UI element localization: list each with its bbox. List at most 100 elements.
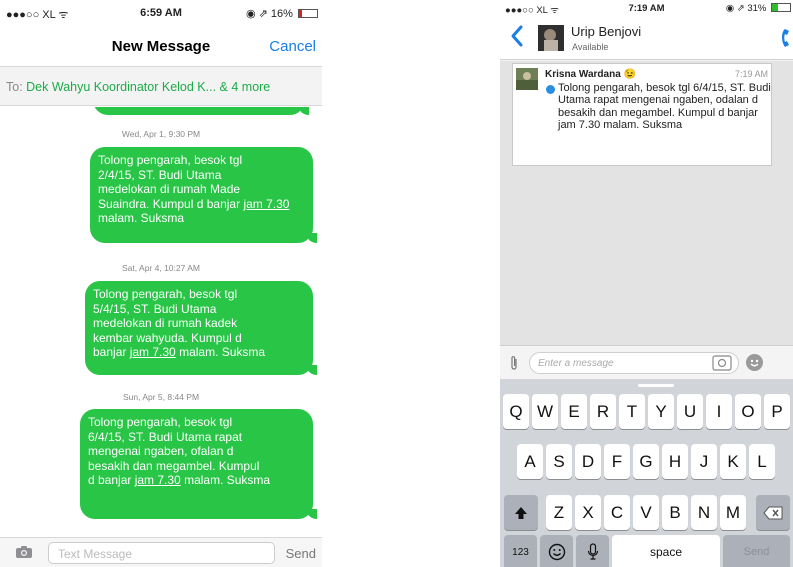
to-field[interactable]: To: Dek Wahyu Koordinator Kelod K... & 4…: [0, 66, 322, 106]
backspace-icon: [763, 506, 783, 520]
key-v[interactable]: V: [633, 495, 659, 530]
contact-status: Available: [572, 42, 609, 52]
battery-status: ◉ ⇗ 31%: [726, 3, 791, 14]
key-w[interactable]: W: [532, 394, 558, 429]
key-g[interactable]: G: [633, 444, 659, 479]
key-y[interactable]: Y: [648, 394, 674, 429]
battery-icon: [771, 3, 791, 12]
numbers-key[interactable]: 123: [504, 535, 537, 567]
key-j[interactable]: J: [691, 444, 717, 479]
key-m[interactable]: M: [720, 495, 746, 530]
key-p[interactable]: P: [764, 394, 790, 429]
send-key[interactable]: Send: [723, 535, 790, 567]
message-bubble[interactable]: Tolong pengarah, besok tgl 5/4/15, ST. B…: [85, 281, 317, 375]
camera-icon[interactable]: [16, 546, 32, 558]
key-e[interactable]: E: [561, 394, 587, 429]
message-text: malam. Suksma: [180, 473, 271, 488]
smiley-face: [750, 359, 759, 367]
message-time: 7:19 AM: [734, 69, 768, 79]
message-bubble[interactable]: Tolong pengarah, besok tgl 6/4/15, ST. B…: [80, 409, 317, 519]
key-k[interactable]: K: [720, 444, 746, 479]
key-s[interactable]: S: [546, 444, 572, 479]
status-bar: ●●●○○ XL ᯤ 6:59 AM ◉ ⇗ 16%: [0, 0, 322, 26]
avatar-image: [538, 25, 564, 51]
key-b[interactable]: B: [662, 495, 688, 530]
microphone-icon: [587, 543, 598, 560]
key-u[interactable]: U: [677, 394, 703, 429]
text-message-input[interactable]: Text Message: [48, 542, 275, 564]
key-q[interactable]: Q: [503, 394, 529, 429]
chat-header: Urip Benjovi Available: [500, 16, 793, 60]
message-line: 2/4/15, ST. Budi Utama: [98, 167, 222, 182]
chevron-left-icon[interactable]: [510, 24, 524, 48]
space-key[interactable]: space: [612, 535, 720, 567]
message-line: Suaindra. Kumpul d banjar jam 7.30 malam…: [98, 197, 305, 226]
key-n[interactable]: N: [691, 495, 717, 530]
key-a[interactable]: A: [517, 444, 543, 479]
keyboard: 123 space Send QWERTYUIOP ASDFGHJKL ZXCVBN…: [500, 379, 793, 567]
read-status-icon: [546, 85, 555, 94]
message-composer: Text Message Send: [0, 537, 322, 567]
avatar[interactable]: [538, 25, 564, 51]
time-link[interactable]: jam 7.30: [243, 197, 289, 211]
recipients[interactable]: Dek Wahyu Koordinator Kelod K... & 4 mor…: [26, 80, 270, 94]
message-text: Suaindra. Kumpul d banjar: [98, 196, 244, 211]
message-text: banjar: [93, 345, 130, 360]
message-line: kembar wahyuda. Kumpul d: [93, 330, 242, 345]
chat-area[interactable]: Krisna Wardana 😉 7:19 AM Tolong pengarah…: [500, 61, 793, 345]
nav-bar: New Message Cancel: [0, 26, 322, 66]
key-h[interactable]: H: [662, 444, 688, 479]
key-d[interactable]: D: [575, 444, 601, 479]
emoji-icon[interactable]: [746, 354, 763, 371]
battery-icon: [298, 9, 318, 18]
key-f[interactable]: F: [604, 444, 630, 479]
key-t[interactable]: T: [619, 394, 645, 429]
time-link[interactable]: jam 7.30: [135, 473, 181, 487]
message-text: d banjar: [88, 473, 135, 488]
message-bubble[interactable]: Tolong pengarah, besok tgl 2/4/15, ST. B…: [90, 147, 317, 243]
message-line: besakih dan megambel. Kumpul: [88, 458, 260, 473]
send-button[interactable]: Send: [286, 546, 316, 561]
timestamp: Sun, Apr 5, 8:44 PM: [122, 392, 200, 402]
cancel-button[interactable]: Cancel: [269, 38, 316, 55]
key-c[interactable]: C: [604, 495, 630, 530]
message-text: malam. Suksma: [98, 211, 185, 226]
message-composer: Enter a message: [500, 345, 793, 379]
time-link[interactable]: jam 7.30: [130, 345, 176, 359]
key-z[interactable]: Z: [546, 495, 572, 530]
message-bubble-partial[interactable]: [93, 107, 309, 115]
message-input[interactable]: Enter a message: [529, 352, 739, 374]
imessage-screen: ●●●○○ XL ᯤ 6:59 AM ◉ ⇗ 16% New Message C…: [0, 0, 322, 567]
message-card[interactable]: Krisna Wardana 😉 7:19 AM Tolong pengarah…: [512, 63, 772, 166]
key-i[interactable]: I: [706, 394, 732, 429]
key-o[interactable]: O: [735, 394, 761, 429]
paperclip-icon[interactable]: [510, 355, 518, 371]
phone-icon[interactable]: [775, 24, 793, 52]
backspace-key[interactable]: [756, 495, 790, 530]
key-x[interactable]: X: [575, 495, 601, 530]
timestamp: Wed, Apr 1, 9:30 PM: [121, 129, 201, 139]
shift-key[interactable]: [504, 495, 538, 530]
keyboard-grip[interactable]: [638, 384, 674, 387]
microphone-key[interactable]: [576, 535, 609, 567]
sender-avatar[interactable]: [516, 68, 538, 90]
message-thread[interactable]: Wed, Apr 1, 9:30 PM Tolong pengarah, bes…: [0, 107, 322, 537]
shift-icon: [515, 507, 527, 519]
contact-name[interactable]: Urip Benjovi: [571, 24, 641, 39]
timestamp: Sat, Apr 4, 10:27 AM: [122, 263, 200, 273]
battery-percent: ◉ ⇗ 31%: [725, 3, 767, 14]
key-l[interactable]: L: [749, 444, 775, 479]
status-bar: ●●●○○ XL ᯤ 7:19 AM ◉ ⇗ 31%: [500, 0, 793, 16]
message-line: d banjar jam 7.30 malam. Suksma: [88, 473, 305, 488]
battery-fill: [299, 10, 302, 17]
battery-fill: [772, 4, 778, 11]
battery-status: ◉ ⇗ 16%: [246, 7, 318, 20]
message-line: medelokan di rumah Made: [98, 182, 241, 197]
message-line: Tolong pengarah, besok tgl: [93, 287, 238, 301]
message-line: mengenai ngaben, ofalan d: [88, 444, 234, 459]
battery-percent: ◉ ⇗ 16%: [245, 8, 293, 20]
message-line: medelokan di rumah kadek: [93, 316, 238, 331]
picture-icon[interactable]: [710, 354, 734, 372]
key-r[interactable]: R: [590, 394, 616, 429]
emoji-key[interactable]: [540, 535, 573, 567]
